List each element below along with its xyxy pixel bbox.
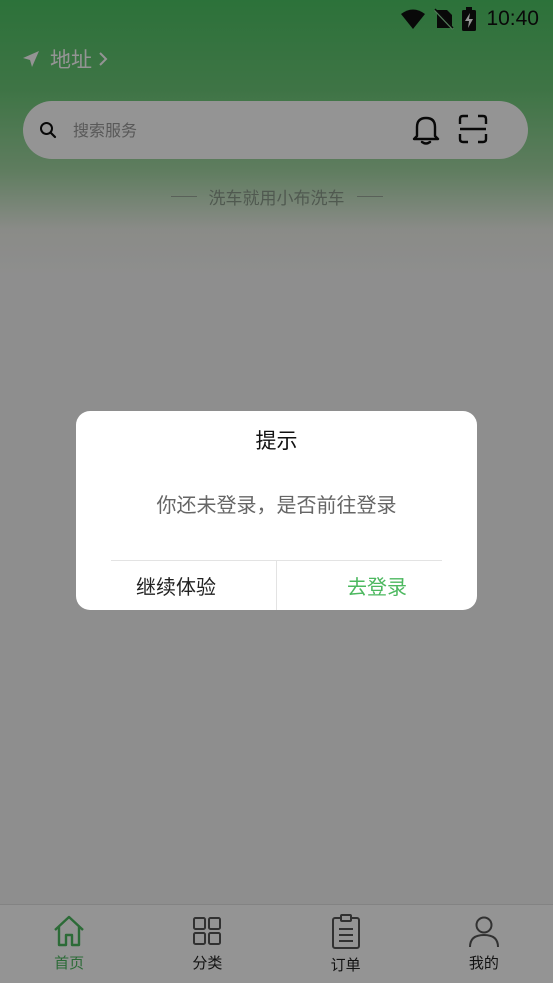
continue-experience-button[interactable]: 继续体验 — [76, 561, 276, 610]
dialog-title: 提示 — [255, 429, 298, 453]
login-prompt-dialog: 提示 你还未登录，是否前往登录 继续体验 去登录 — [76, 411, 477, 610]
go-login-button[interactable]: 去登录 — [277, 561, 477, 610]
dialog-message: 你还未登录，是否前往登录 — [156, 493, 397, 517]
app-screen: 10:40 地址 搜索服务 洗车就用小布洗车 首页 分类 订单 我的 提示 你还… — [0, 0, 553, 983]
